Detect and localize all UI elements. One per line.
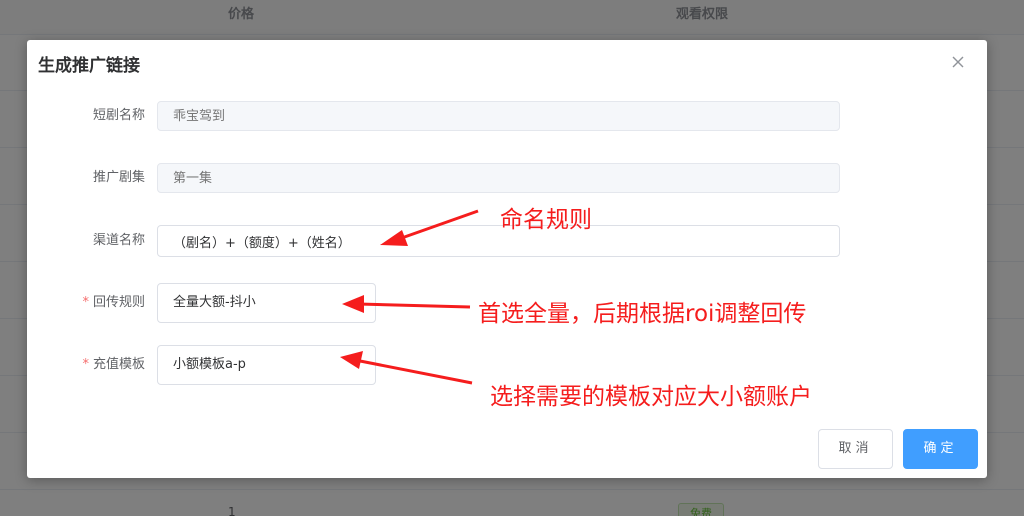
cancel-button[interactable]: 取消 <box>818 429 893 469</box>
callback-rule-label: * 回传规则 <box>27 287 145 319</box>
annotation-recharge-template: 选择需要的模板对应大小额账户 <box>490 384 812 410</box>
form-row-drama-name: 短剧名称 <box>27 100 987 140</box>
dialog-title: 生成推广链接 <box>38 56 140 76</box>
generate-promo-link-dialog: 生成推广链接 短剧名称 推广剧集 渠道名称 *回传规则 全量大额-抖小 *充值模… <box>27 40 987 478</box>
promo-episode-input[interactable] <box>157 163 840 193</box>
form-row-promo-episode: 推广剧集 <box>27 162 987 202</box>
callback-rule-label-text: 回传规则 <box>92 295 145 310</box>
annotation-naming-rule: 命名规则 <box>500 207 592 233</box>
channel-name-label: 渠道名称 <box>92 233 145 248</box>
callback-rule-select[interactable]: 全量大额-抖小 <box>157 283 376 323</box>
drama-name-input[interactable] <box>157 101 840 131</box>
promo-episode-label: 推广剧集 <box>92 170 145 185</box>
required-mark: * <box>82 295 89 310</box>
recharge-template-select[interactable]: 小额模板a-p <box>157 345 376 385</box>
close-icon[interactable] <box>949 53 967 71</box>
callback-rule-selected-value: 全量大额-抖小 <box>173 295 256 310</box>
annotation-callback-rule: 首选全量，后期根据roi调整回传 <box>478 301 807 327</box>
required-mark: * <box>82 357 89 372</box>
recharge-template-label-text: 充值模板 <box>92 357 145 372</box>
drama-name-label: 短剧名称 <box>92 108 145 123</box>
channel-name-input[interactable] <box>157 225 840 257</box>
recharge-template-selected-value: 小额模板a-p <box>173 357 246 372</box>
confirm-button[interactable]: 确定 <box>903 429 978 469</box>
recharge-template-label: * 充值模板 <box>27 349 145 381</box>
